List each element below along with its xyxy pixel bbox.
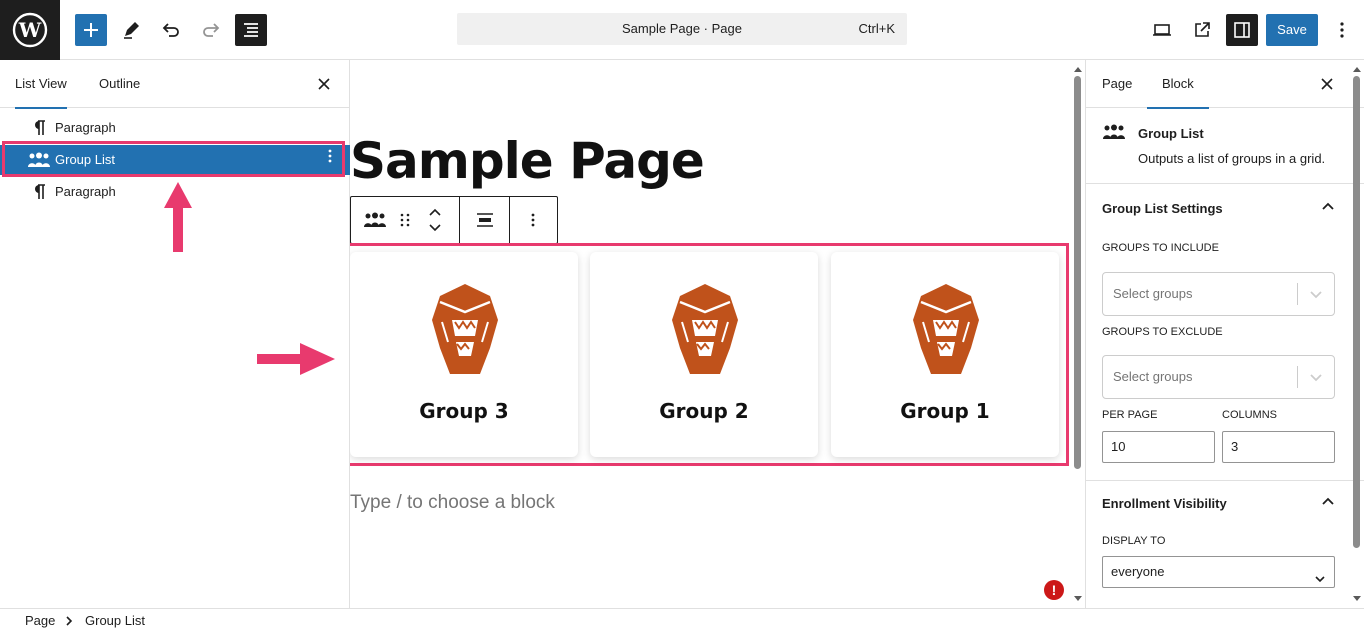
top-toolbar: W Sample Page · Page Ctrl+K Save	[0, 0, 1364, 60]
move-up-down-icon[interactable]	[423, 197, 447, 243]
paragraph-icon	[30, 183, 48, 201]
display-to-select[interactable]: everyone	[1102, 556, 1335, 588]
arrow-right-icon	[257, 343, 335, 375]
preview-desktop-icon[interactable]	[1146, 14, 1178, 46]
chevron-down-icon	[1308, 369, 1324, 390]
scroll-up-icon[interactable]	[1071, 64, 1085, 74]
group-card[interactable]: Group 1	[831, 252, 1059, 457]
redo-icon[interactable]	[195, 14, 227, 46]
select-value: everyone	[1111, 564, 1165, 579]
drag-handle-icon[interactable]	[395, 197, 415, 243]
scroll-down-icon[interactable]	[1071, 594, 1085, 604]
group-name: Group 1	[900, 399, 990, 423]
scroll-down-icon[interactable]	[1350, 594, 1364, 604]
include-label: GROUPS TO INCLUDE	[1102, 242, 1219, 254]
block-card: Group List Outputs a list of groups in a…	[1086, 108, 1364, 184]
per-page-label: PER PAGE	[1102, 409, 1158, 421]
view-page-external-icon[interactable]	[1186, 14, 1218, 46]
undo-icon[interactable]	[155, 14, 187, 46]
group-name: Group 2	[659, 399, 749, 423]
tab-page[interactable]: Page	[1102, 60, 1132, 108]
chevron-right-icon	[64, 609, 74, 632]
enrollment-visibility-toggle[interactable]: Enrollment Visibility	[1086, 480, 1364, 528]
svg-text:W: W	[18, 18, 42, 42]
tools-pen-icon[interactable]	[115, 14, 147, 46]
group-name: Group 3	[419, 399, 509, 423]
error-icon[interactable]: !	[1044, 580, 1064, 600]
arrow-up-icon	[164, 182, 192, 252]
block-toolbar	[350, 196, 558, 244]
close-icon[interactable]	[1317, 74, 1337, 94]
breadcrumb-page[interactable]: Page	[25, 609, 55, 632]
exclude-label: GROUPS TO EXCLUDE	[1102, 326, 1223, 338]
tab-outline[interactable]: Outline	[99, 60, 140, 108]
save-button[interactable]: Save	[1266, 14, 1318, 46]
group-list-icon	[1102, 124, 1126, 145]
list-item-paragraph[interactable]: Paragraph	[0, 113, 350, 143]
chevron-down-icon	[1308, 286, 1324, 307]
columns-input[interactable]: 3	[1222, 431, 1335, 463]
tab-block[interactable]: Block	[1147, 60, 1209, 109]
command-palette[interactable]: Sample Page · Page Ctrl+K	[457, 13, 907, 45]
tab-block-label: Block	[1162, 76, 1194, 91]
chevron-down-icon	[1314, 566, 1326, 596]
right-panel-tabs: Page Block	[1086, 60, 1364, 109]
groups-exclude-select[interactable]: Select groups	[1102, 355, 1335, 399]
scroll-up-icon[interactable]	[1350, 64, 1364, 74]
select-placeholder: Select groups	[1113, 286, 1193, 301]
highlight-box	[2, 141, 345, 177]
options-menu-icon[interactable]	[1326, 14, 1358, 46]
tab-list-view[interactable]: List View	[15, 60, 67, 109]
document-title: Sample Page · Page	[622, 21, 742, 36]
columns-label: COLUMNS	[1222, 409, 1278, 421]
settings-sidebar: Page Block Group List Outputs a list of …	[1085, 60, 1364, 608]
group-card[interactable]: Group 3	[350, 252, 578, 457]
paragraph-icon	[30, 119, 48, 137]
group-logo-icon	[911, 282, 981, 385]
per-page-input[interactable]: 10	[1102, 431, 1215, 463]
sidebar-scrollbar[interactable]	[1350, 60, 1364, 608]
group-card[interactable]: Group 2	[590, 252, 818, 457]
scrollbar-thumb[interactable]	[1074, 76, 1081, 469]
block-placeholder[interactable]: Type / to choose a block	[350, 492, 555, 514]
list-item-label: Paragraph	[55, 184, 116, 199]
group-logo-icon	[670, 282, 740, 385]
page-title[interactable]: Sample Page	[350, 132, 705, 190]
document-overview-button[interactable]	[235, 14, 267, 46]
scrollbar-thumb[interactable]	[1353, 76, 1360, 548]
close-icon[interactable]	[314, 74, 334, 94]
canvas-scrollbar[interactable]	[1071, 60, 1085, 608]
wordpress-logo-icon[interactable]: W	[0, 0, 60, 60]
block-description: Outputs a list of groups in a grid.	[1138, 151, 1326, 166]
panel-heading: Group List Settings	[1102, 201, 1223, 216]
chevron-up-icon	[1321, 494, 1335, 511]
shortcut-hint: Ctrl+K	[858, 21, 895, 36]
groups-include-select[interactable]: Select groups	[1102, 272, 1335, 316]
align-icon[interactable]	[465, 197, 505, 243]
select-placeholder: Select groups	[1113, 369, 1193, 384]
list-item-label: Paragraph	[55, 120, 116, 135]
add-block-button[interactable]	[75, 14, 107, 46]
more-options-icon[interactable]	[515, 197, 551, 243]
chevron-up-icon	[1321, 199, 1335, 216]
editor-canvas: Sample Page Group 3 Group 2 Group 1 Type…	[350, 60, 1085, 608]
breadcrumb-group-list[interactable]: Group List	[85, 609, 145, 632]
breadcrumb: Page Group List	[0, 608, 1364, 632]
group-list-settings-toggle[interactable]: Group List Settings	[1086, 185, 1364, 233]
panel-heading: Enrollment Visibility	[1102, 496, 1227, 511]
block-title: Group List	[1138, 126, 1204, 141]
settings-sidebar-toggle[interactable]	[1226, 14, 1258, 46]
group-list-icon[interactable]	[359, 197, 391, 243]
group-logo-icon	[430, 282, 500, 385]
left-panel-tabs: List View Outline	[0, 60, 349, 109]
display-to-label: DISPLAY TO	[1102, 535, 1166, 547]
